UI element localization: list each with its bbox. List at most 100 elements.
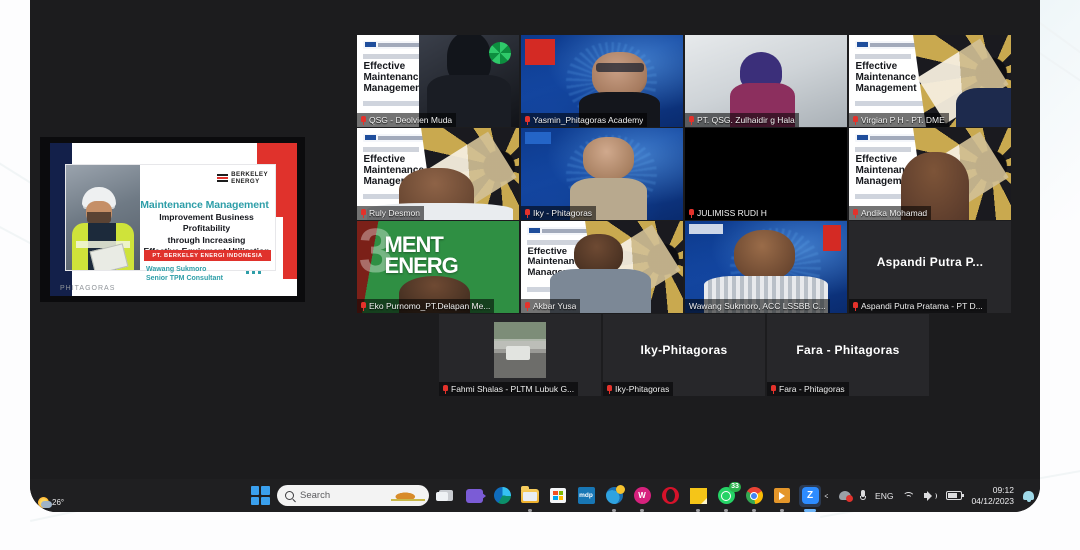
chat-icon (465, 488, 486, 503)
banner-line-2: ENERG (384, 252, 459, 278)
onedrive-icon[interactable] (839, 491, 854, 502)
teams-chat-icon[interactable] (463, 485, 486, 507)
participant-name-bar: Akbar Yusa (521, 299, 581, 313)
participant-name-bar: Andika Mohamad (849, 206, 932, 220)
mic-muted-icon (771, 384, 776, 394)
red-badge-decor (823, 225, 841, 251)
cloud-icon (41, 501, 52, 508)
participant-tile[interactable]: Effective Maintenance Management Virgian… (849, 35, 1011, 127)
participant-name-bar: PT. QSG. Zulhaidir g Hala (685, 113, 799, 127)
file-explorer-icon[interactable] (519, 485, 541, 507)
battery-icon[interactable] (946, 491, 965, 500)
play-icon (774, 488, 790, 503)
slide-kicker (855, 54, 911, 59)
slide-kicker (855, 147, 911, 152)
media-player-icon[interactable] (771, 485, 793, 507)
taskbar-center-group: Search mdp W 33 Z (249, 479, 821, 512)
participant-name: Aspandi Putra Pratama - PT D... (861, 301, 983, 311)
participant-tile[interactable]: Iky-Phitagoras Iky-Phitagoras (603, 314, 765, 396)
participant-tile[interactable]: Iky - Phitagoras (521, 128, 683, 220)
participant-name-bar: Yasmin_Phitagoras Academy (521, 113, 648, 127)
participant-name-bar: Ruly Desmon (357, 206, 425, 220)
gear-icon (488, 42, 511, 65)
wifi-icon[interactable] (902, 491, 916, 501)
phitagoras-logo-icon (689, 224, 723, 234)
clock-date: 04/12/2023 (971, 495, 1014, 506)
windows-logo-icon (250, 486, 270, 505)
participant-name: Iky-Phitagoras (615, 384, 670, 394)
presentation-slide: BERKELEY ENERGY Maintenance Management I… (50, 143, 297, 296)
participant-tile[interactable]: Effective Maintenance Management Akbar Y… (521, 221, 683, 313)
zoom-icon[interactable]: Z (799, 484, 821, 507)
microsoft-store-icon[interactable] (547, 485, 569, 507)
language-indicator[interactable]: ENG (875, 491, 893, 501)
mic-muted-icon (689, 208, 694, 218)
mic-muted-icon (361, 301, 366, 311)
participant-tile[interactable]: Fara - Phitagoras Fara - Phitagoras (767, 314, 929, 396)
show-hidden-icons-button[interactable]: ^ (823, 493, 833, 497)
participant-tile[interactable]: PT. QSG. Zulhaidir g Hala (685, 35, 847, 127)
logo-text: BERKELEY ENERGY (231, 171, 268, 185)
slide-title: Maintenance Management (140, 199, 269, 211)
edge-icon[interactable] (491, 485, 513, 507)
start-button[interactable] (249, 485, 271, 507)
participant-name: Eko Purnomo_PT.Delapan Me... (369, 301, 491, 311)
participant-tile[interactable]: 3 MENT ENERG Eko Purnomo_PT.Delapan Me..… (357, 221, 519, 313)
slide-watermark: PHITAGORAS (60, 285, 116, 292)
participant-tile[interactable]: Fahmi Shalas - PLTM Lubuk G... (439, 314, 601, 396)
mic-muted-icon (607, 384, 612, 394)
opera-icon[interactable] (659, 485, 681, 507)
slide-subtitle-line-1: Improvement Business Profitability (159, 212, 254, 234)
berkeley-energy-logo: BERKELEY ENERGY (217, 171, 268, 185)
task-view-button[interactable] (435, 485, 457, 507)
search-doodle-icon (391, 489, 425, 505)
participant-name-bar: Eko Purnomo_PT.Delapan Me... (357, 299, 495, 313)
participant-name-bar: Aspandi Putra Pratama - PT D... (849, 299, 987, 313)
slide-kicker (363, 147, 419, 152)
participant-tile[interactable]: Effective Maintenance Management Ruly De… (357, 128, 519, 220)
presenter-role: Senior TPM Consultant (146, 275, 223, 283)
shared-screen-presentation[interactable]: BERKELEY ENERGY Maintenance Management I… (40, 137, 305, 302)
weather-temperature: 26° (52, 498, 65, 507)
whatsapp-icon[interactable]: 33 (715, 481, 741, 507)
participant-tile[interactable]: Aspandi Putra P... Aspandi Putra Pratama… (849, 221, 1011, 313)
system-tray: ^ ENG 09:12 04/12/2023 (823, 479, 1034, 512)
mic-muted-icon (443, 384, 448, 394)
slide-subtitle-line-2: through Increasing (167, 234, 246, 245)
slide-photo-engineer (66, 165, 140, 270)
participant-name-bar: Fara - Phitagoras (767, 382, 849, 396)
chrome-icon[interactable] (743, 485, 765, 507)
zoom-logo-icon: Z (801, 487, 819, 504)
mdp-app-icon[interactable]: mdp (575, 485, 597, 507)
corner-logo (525, 132, 551, 144)
microphone-icon[interactable] (860, 489, 867, 502)
mic-muted-icon (525, 115, 530, 125)
participant-tile[interactable]: Yasmin_Phitagoras Academy (521, 35, 683, 127)
presenter-name: Wawang Sukmoro (146, 266, 207, 273)
clock[interactable]: 09:12 04/12/2023 (971, 485, 1014, 506)
notification-bell-icon[interactable] (1023, 490, 1034, 502)
weather-widget[interactable]: 26° (38, 497, 64, 508)
mail-app-icon[interactable] (603, 485, 625, 507)
search-icon (285, 491, 294, 500)
participant-name-bar: Iky-Phitagoras (603, 382, 674, 396)
sticky-notes-icon[interactable] (687, 485, 709, 507)
page-background: BERKELEY ENERGY Maintenance Management I… (0, 0, 1080, 550)
mic-muted-icon (689, 115, 694, 125)
participant-tile[interactable]: Effective Maintenance Management QSG - D… (357, 35, 519, 127)
wps-office-icon[interactable]: W (631, 485, 653, 507)
participant-tile[interactable]: Effective Maintenance Management Andika … (849, 128, 1011, 220)
mic-muted-icon (361, 208, 366, 218)
clock-time: 09:12 (992, 484, 1014, 495)
participant-tile[interactable]: JULIMISS RUDI H (685, 128, 847, 220)
volume-icon[interactable] (924, 490, 938, 501)
participant-tile-active-speaker[interactable]: Wawang Sukmoro, ACC LSSBB C... (685, 221, 847, 313)
banner-line-1: MENT (384, 231, 444, 257)
search-input[interactable]: Search (277, 485, 429, 506)
task-view-icon (436, 490, 453, 501)
participant-name: PT. QSG. Zulhaidir g Hala (697, 115, 795, 125)
participant-avatar-photo (494, 322, 546, 379)
participant-name: Akbar Yusa (533, 301, 577, 311)
participant-name-bar: Fahmi Shalas - PLTM Lubuk G... (439, 382, 579, 396)
logo-line-1: BERKELEY (231, 171, 268, 178)
